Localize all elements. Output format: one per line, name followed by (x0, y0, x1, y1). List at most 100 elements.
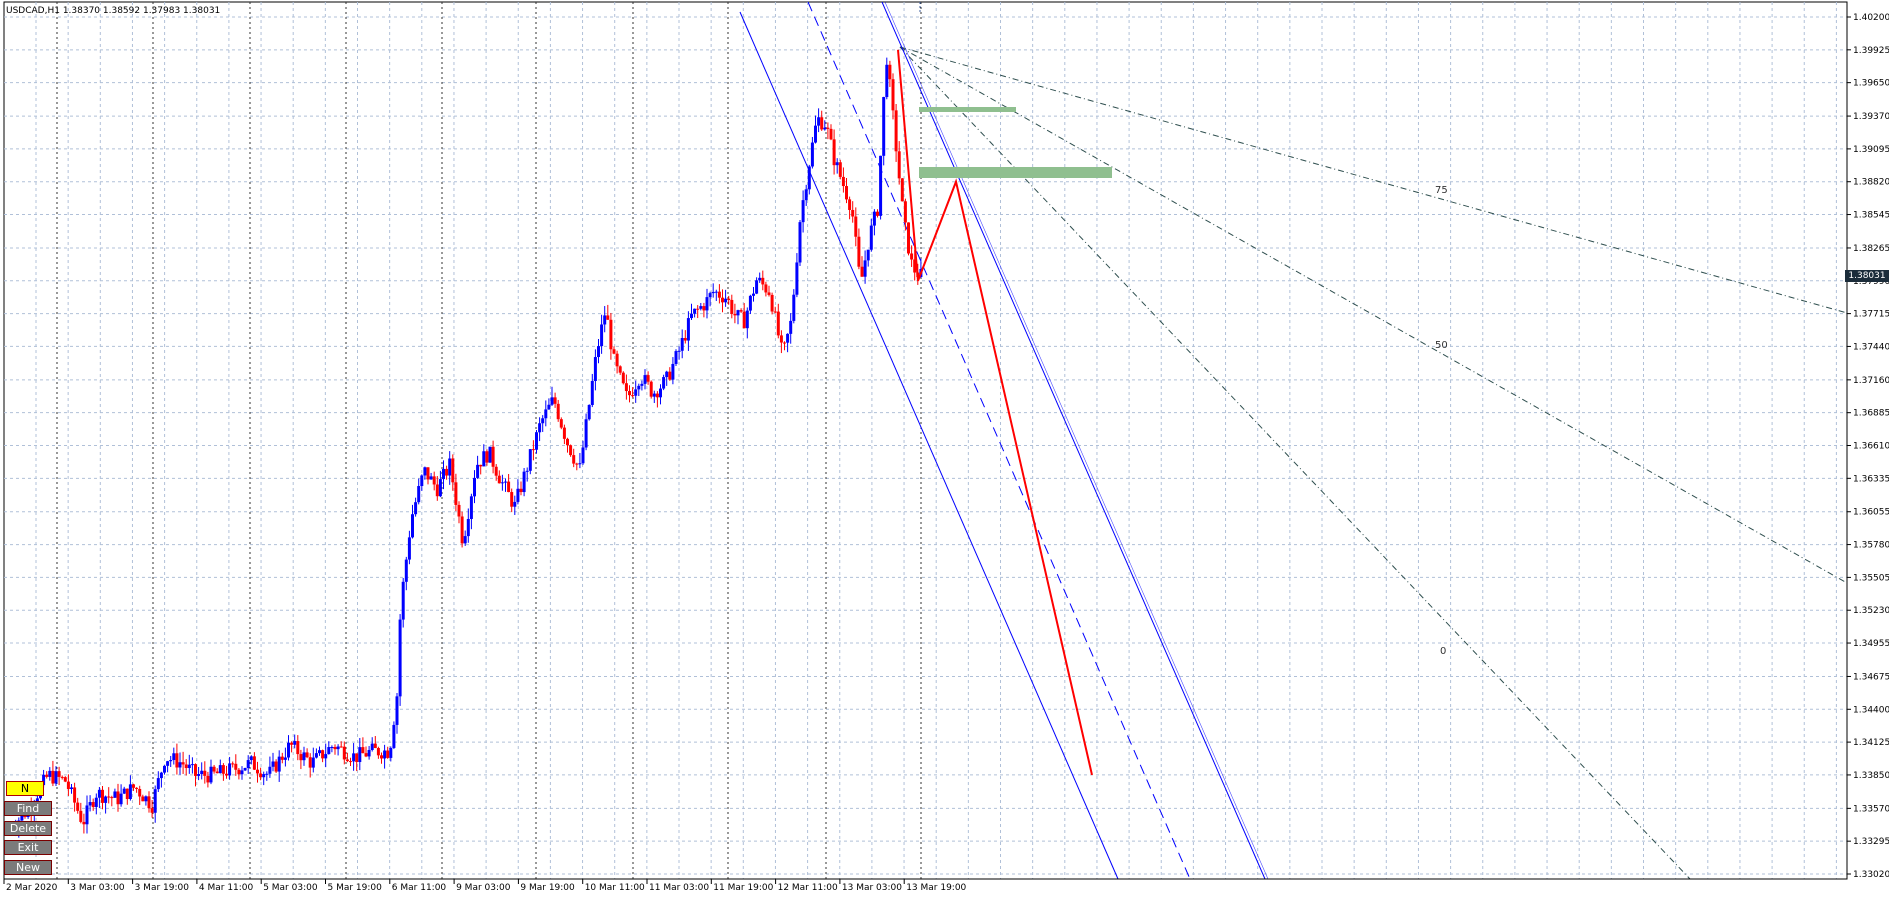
candle-body (175, 753, 179, 768)
candle-body (544, 409, 548, 419)
candle-body (854, 216, 858, 237)
candle-body (45, 774, 49, 777)
candle-body (680, 337, 684, 351)
candle-body (634, 389, 638, 396)
candle-body (305, 752, 309, 758)
candle-body (280, 756, 284, 760)
price-tick-label: 1.34400 (1853, 705, 1889, 715)
candle-body (283, 757, 287, 760)
delete-button[interactable]: Delete (4, 821, 52, 836)
candle-body (882, 97, 886, 156)
candle-body (141, 796, 145, 802)
candle-body (426, 467, 430, 480)
candle-body (804, 189, 808, 201)
candle-body (702, 306, 706, 311)
candle-body (445, 468, 449, 476)
candle-body (708, 293, 712, 298)
time-tick-label: 6 Mar 11:00 (392, 883, 447, 893)
price-tick-label: 1.36335 (1853, 474, 1889, 484)
candle-body (153, 789, 157, 813)
price-tick-label: 1.35505 (1853, 573, 1889, 583)
candle-body (454, 482, 458, 505)
candle-body (513, 501, 517, 507)
chart-window[interactable]: 75 50 0 1.40200 1.39925 1.39650 1.39370 1.3909… (0, 0, 1889, 901)
candle-body (789, 320, 793, 334)
candle-body (736, 310, 740, 316)
candle-body (714, 291, 718, 293)
candle-body (187, 764, 191, 769)
candle-body (528, 449, 532, 471)
candle-body (265, 773, 269, 775)
candle-body (910, 253, 914, 260)
candle-body (110, 797, 114, 799)
candle-body (376, 748, 380, 756)
candle-body (522, 471, 526, 493)
candle-body (144, 796, 148, 802)
candle-body (556, 403, 560, 420)
candle-body (603, 315, 607, 325)
candle-body (851, 209, 855, 217)
candle-body (832, 139, 836, 166)
candle-body (66, 781, 70, 790)
candle-body (618, 366, 622, 373)
new-button[interactable]: New (4, 860, 52, 875)
time-tick-label: 10 Mar 11:00 (585, 883, 645, 893)
candle-body (355, 753, 359, 763)
candle-body (783, 342, 786, 344)
candle-body (848, 199, 852, 210)
candle-body (888, 64, 892, 80)
time-tick-label: 2 Mar 2020 (6, 883, 58, 893)
time-tick-label: 12 Mar 11:00 (778, 883, 838, 893)
price-chart[interactable]: 75 50 0 1.40200 1.39925 1.39650 1.39370 1.3909… (0, 0, 1889, 901)
candle-body (432, 476, 436, 485)
candle-body (407, 537, 411, 560)
candle-body (82, 821, 86, 825)
fib-level-label: 50 (1435, 340, 1448, 351)
candle-body (308, 757, 312, 768)
candle-body (773, 311, 777, 313)
plot-frame (3, 1, 1848, 880)
candle-body (324, 754, 328, 759)
candle-body (538, 423, 542, 433)
candle-body (417, 486, 421, 503)
candle-body (764, 284, 768, 293)
candle-body (206, 775, 210, 783)
candle-body (262, 774, 266, 778)
find-button[interactable]: Find (4, 801, 52, 816)
candle-body (593, 357, 597, 381)
candle-body (730, 299, 734, 314)
candle-body (51, 770, 55, 784)
candle-body (485, 451, 489, 463)
candle-body (597, 346, 600, 358)
candle-body (101, 789, 104, 803)
candle-body (621, 372, 625, 384)
candle-body (500, 482, 504, 484)
candle-body (113, 791, 117, 798)
candle-body (380, 755, 383, 759)
candle-body (677, 350, 681, 352)
candle-body (414, 502, 418, 515)
candle-body (581, 447, 585, 464)
n-button[interactable]: N (6, 781, 44, 796)
candle-body (345, 759, 349, 762)
candle-body (184, 764, 188, 769)
exit-button[interactable]: Exit (4, 840, 52, 855)
time-tick-label: 4 Mar 11:00 (199, 883, 254, 893)
candle-body (218, 765, 222, 774)
candle-body (249, 756, 253, 761)
candle-body (392, 724, 396, 748)
candle-body (91, 802, 95, 807)
candle-body (460, 516, 464, 544)
candle-body (54, 771, 58, 784)
candle-body (869, 225, 873, 250)
time-tick-label: 13 Mar 03:00 (842, 883, 902, 893)
candle-body (358, 747, 362, 763)
price-tick-label: 1.38820 (1853, 178, 1889, 188)
candle-body (318, 750, 321, 754)
price-tick-label: 1.34125 (1853, 738, 1889, 748)
candle-body (225, 773, 228, 776)
candle-body (727, 298, 731, 300)
candle-body (891, 79, 895, 111)
candle-body (696, 308, 700, 310)
candle-body (234, 763, 238, 770)
